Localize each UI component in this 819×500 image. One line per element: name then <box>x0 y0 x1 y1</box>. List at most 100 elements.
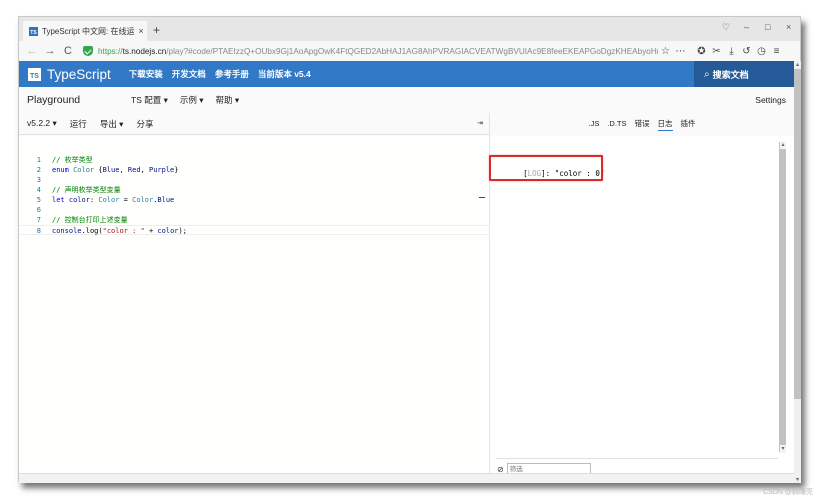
page-scrollbar[interactable]: ▴ ▾ <box>794 61 801 483</box>
browser-window: TS TypeScript 中文网: 在线运行 × + ♡ – □ × ← → … <box>18 16 801 483</box>
code-token: console <box>52 227 82 235</box>
code-token: = <box>119 196 133 204</box>
new-tab-button[interactable]: + <box>153 23 160 37</box>
playground-title: Playground <box>27 94 81 106</box>
code-text: enum Color {Blue, Red, Purple} <box>52 165 179 175</box>
code-line[interactable]: 1 // 枚举类型 <box>19 155 489 165</box>
scroll-up-icon[interactable]: ▴ <box>794 61 801 68</box>
help-menu[interactable]: 帮助 ▾ <box>216 94 240 106</box>
code-line[interactable]: 4 // 声明枚举类型变量 <box>19 185 489 195</box>
code-token: } <box>174 166 179 174</box>
collapse-panel-icon[interactable]: ⇥ <box>477 119 483 127</box>
code-text: // 控制台打印上述变量 <box>52 215 128 225</box>
secure-shield-icon <box>83 46 93 56</box>
scroll-down-icon[interactable]: ▾ <box>794 476 801 483</box>
tab-js[interactable]: .JS <box>588 119 599 129</box>
resize-handle[interactable] <box>479 197 485 198</box>
line-number: 6 <box>36 206 41 214</box>
watermark: CSDN @韩曙亮 <box>763 489 813 496</box>
line-number: 5 <box>36 196 41 204</box>
nav-version[interactable]: 当前版本 v5.4 <box>258 68 311 80</box>
nav-docs[interactable]: 开发文档 <box>172 68 206 80</box>
code-token: let <box>52 196 69 204</box>
tab-logs[interactable]: 日志 <box>657 118 673 131</box>
tab-plugins[interactable]: 插件 <box>681 118 696 130</box>
code-token: , <box>140 166 149 174</box>
address-bar: ← → C https://ts.nodejs.cn/play?#code/PT… <box>19 41 800 61</box>
run-button[interactable]: 运行 <box>70 118 87 130</box>
code-text: console.log("color : " + color); <box>52 226 187 236</box>
line-number: 7 <box>36 216 41 224</box>
bookmark-star-icon[interactable]: ☆ <box>658 46 673 57</box>
code-text: let color: Color = Color.Blue <box>52 195 174 205</box>
code-token: color <box>157 227 179 235</box>
code-token: color <box>68 196 90 204</box>
download-icon[interactable]: ⤓ <box>724 46 739 57</box>
url-host: ts.nodejs.cn <box>122 46 167 56</box>
code-token: ); <box>178 227 187 235</box>
code-editor[interactable]: 1 // 枚举类型 2 enum Color {Blue, Red, Purple} 3… <box>19 136 489 473</box>
code-token: Red <box>127 166 141 174</box>
ts-config-menu[interactable]: TS 配置 ▾ <box>131 94 168 106</box>
forward-button[interactable]: → <box>41 45 59 57</box>
undo-icon[interactable]: ↺ <box>739 46 754 57</box>
scrollbar-thumb[interactable] <box>794 69 801 399</box>
playground-bar: Playground TS 配置 ▾ 示例 ▾ 帮助 ▾ Settings <box>19 87 794 113</box>
red-highlight-box <box>489 155 603 181</box>
code-token: Color <box>73 166 95 174</box>
history-icon[interactable]: ◷ <box>754 46 769 57</box>
line-number: 3 <box>36 176 41 184</box>
code-token: enum <box>52 166 74 174</box>
code-token: "color : " <box>102 227 145 235</box>
menu-icon[interactable]: ≡ <box>769 46 784 57</box>
minimize-button[interactable]: – <box>744 22 749 32</box>
code-line[interactable]: 3 <box>19 175 489 185</box>
nav-download[interactable]: 下载安装 <box>129 68 163 80</box>
share-button[interactable]: 分享 <box>136 118 153 130</box>
settings-link[interactable]: Settings <box>755 95 786 105</box>
tab-title: TypeScript 中文网: 在线运行 <box>42 26 135 36</box>
code-line[interactable]: 5 let color: Color = Color.Blue <box>19 195 489 205</box>
code-text: // 枚举类型 <box>52 155 93 165</box>
log-entry: [LOG]: "color : 0" <box>489 151 604 187</box>
filter-separator <box>496 458 778 459</box>
more-icon[interactable]: ⋯ <box>673 46 688 57</box>
output-scrollbar[interactable] <box>779 141 786 453</box>
code-line[interactable]: 8 console.log("color : " + color); <box>19 225 489 235</box>
line-number: 1 <box>36 156 41 164</box>
examples-menu[interactable]: 示例 ▾ <box>180 94 204 106</box>
url-field[interactable]: https://ts.nodejs.cn/play?#code/PTAEIzzQ… <box>98 47 658 56</box>
nav-reference[interactable]: 参考手册 <box>215 68 249 80</box>
browser-tab[interactable]: TS TypeScript 中文网: 在线运行 × <box>23 21 147 41</box>
site-name[interactable]: TypeScript <box>47 67 111 82</box>
export-menu[interactable]: 导出 ▾ <box>100 118 124 130</box>
typescript-logo-icon[interactable]: TS <box>28 67 41 81</box>
maximize-button[interactable]: □ <box>765 22 770 32</box>
search-docs-button[interactable]: ⌕ 搜索文档 <box>694 61 794 87</box>
screenshot-icon[interactable]: ✂ <box>709 46 724 57</box>
code-token: log <box>85 227 99 235</box>
code-line[interactable]: 6 <box>19 205 489 215</box>
code-token: // 声明枚举类型变量 <box>52 186 121 194</box>
tab-close-icon[interactable]: × <box>135 26 147 36</box>
url-path: /play?#code/PTAEIzzQ+OUbx9Gj1AoApgOwK4Ft… <box>166 46 658 56</box>
line-number: 8 <box>36 227 41 235</box>
code-line[interactable]: 7 // 控制台打印上述变量 <box>19 215 489 225</box>
tab-errors[interactable]: 错误 <box>635 118 650 130</box>
code-text: // 声明枚举类型变量 <box>52 185 121 195</box>
version-select[interactable]: v5.2.2 ▾ <box>27 118 57 129</box>
reload-button[interactable]: C <box>59 45 77 57</box>
tshirt-icon[interactable]: ♡ <box>722 22 730 33</box>
code-token: Blue <box>102 166 120 174</box>
code-token: { <box>94 166 103 174</box>
code-token: Purple <box>148 166 175 174</box>
code-token: , <box>119 166 128 174</box>
code-token: Blue <box>157 196 175 204</box>
back-button[interactable]: ← <box>23 45 41 57</box>
code-line[interactable]: 2 enum Color {Blue, Red, Purple} <box>19 165 489 175</box>
tab-dts[interactable]: .D.TS <box>607 119 626 129</box>
status-strip <box>19 473 794 483</box>
typescript-favicon-icon: TS <box>29 26 38 36</box>
close-window-button[interactable]: × <box>786 22 791 32</box>
favorites-icon[interactable]: ✪ <box>694 46 709 57</box>
